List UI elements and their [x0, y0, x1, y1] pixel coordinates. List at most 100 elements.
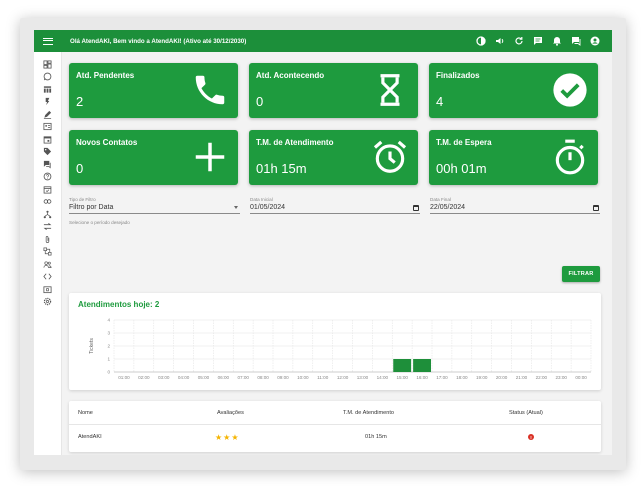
tag-icon[interactable]	[41, 146, 55, 159]
card-title: Finalizados	[436, 71, 480, 80]
whatsapp-icon[interactable]	[41, 71, 55, 84]
y-tick-label: 3	[107, 331, 110, 336]
filter-type-select[interactable]: Filtro por Data	[69, 204, 240, 214]
hierarchy-icon[interactable]	[41, 208, 55, 221]
end-date-input[interactable]: 22/05/2024	[430, 204, 600, 214]
x-tick-label: 23:00	[555, 375, 567, 380]
columns-icon[interactable]	[41, 83, 55, 96]
link-icon[interactable]	[41, 196, 55, 209]
x-tick-label: 09:00	[277, 375, 289, 380]
x-tick-label: 19:00	[476, 375, 488, 380]
chart-card: Atendimentos hoje: 2 0 1 2 3 4 01:00 02:00 03:0…	[69, 293, 601, 390]
y-tick-label: 2	[107, 344, 110, 349]
integration-icon[interactable]	[41, 246, 55, 259]
card-title: T.M. de Espera	[436, 138, 492, 147]
settings-icon[interactable]	[41, 296, 55, 309]
card-value: 0	[256, 94, 264, 109]
card-avg-service-time[interactable]: T.M. de Atendimento 01h 15m	[249, 130, 418, 185]
x-tick-label: 13:00	[357, 375, 369, 380]
field-label: Data Final	[430, 197, 451, 202]
swap-icon[interactable]	[41, 221, 55, 234]
chat-icon[interactable]	[533, 36, 543, 46]
hourglass-icon	[371, 71, 409, 109]
x-tick-label: 18:00	[456, 375, 468, 380]
y-tick-label: 4	[107, 318, 110, 323]
hamburger-icon	[43, 37, 53, 45]
bell-icon[interactable]	[552, 36, 562, 46]
messages-icon[interactable]	[571, 36, 581, 46]
tickets-chart: 0 1 2 3 4 01:00 02:00 03:00 04:00 05:00 06:00 07:00…	[89, 318, 592, 380]
card-title: Atd. Pendentes	[76, 71, 135, 80]
calendar-icon[interactable]	[41, 133, 55, 146]
flash-icon[interactable]	[41, 96, 55, 109]
dashboard-icon[interactable]	[41, 58, 55, 71]
filter-button[interactable]: FILTRAR	[562, 266, 600, 282]
x-tick-label: 15:00	[396, 375, 408, 380]
card-avg-wait-time[interactable]: T.M. de Espera 00h 01m	[429, 130, 598, 185]
field-value-text: 22/05/2024	[430, 204, 466, 211]
edit-icon[interactable]	[41, 108, 55, 121]
help-icon[interactable]	[41, 171, 55, 184]
x-tick-label: 01:00	[118, 375, 130, 380]
attachment-icon[interactable]	[41, 233, 55, 246]
top-bar: Olá AtendAKI, Bem vindo a AtendAKI! (Ati…	[34, 30, 612, 52]
card-value: 01h 15m	[256, 161, 307, 176]
chevron-down-icon	[234, 206, 238, 209]
chart-bar	[393, 359, 412, 372]
check-circle-icon	[551, 71, 589, 109]
menu-button[interactable]	[34, 30, 62, 52]
card-finished[interactable]: Finalizados 4	[429, 63, 598, 118]
y-tick-label: 0	[107, 370, 110, 375]
brightness-icon[interactable]	[476, 36, 486, 46]
plus-icon	[191, 138, 229, 176]
field-value-text: 01/05/2024	[250, 204, 286, 211]
code-icon[interactable]	[41, 271, 55, 284]
calendar-icon[interactable]	[593, 205, 599, 211]
start-date-field[interactable]: Data Inicial 01/05/2024	[250, 197, 420, 214]
filter-type-field[interactable]: Tipo de Filtro Filtro por Data	[69, 197, 240, 214]
end-date-field[interactable]: Data Final 22/05/2024	[430, 197, 600, 214]
volume-icon[interactable]	[495, 36, 505, 46]
table-row[interactable]: AtendAKI ★★★ 01h 15m !	[69, 425, 601, 449]
wallet-icon[interactable]	[41, 283, 55, 296]
x-tick-label: 02:00	[138, 375, 150, 380]
card-ongoing[interactable]: Atd. Acontecendo 0	[249, 63, 418, 118]
timer-icon	[551, 138, 589, 176]
card-value: 4	[436, 94, 444, 109]
x-tick-label: 10:00	[297, 375, 309, 380]
x-tick-label: 05:00	[198, 375, 210, 380]
start-date-input[interactable]: 01/05/2024	[250, 204, 420, 214]
card-title: T.M. de Atendimento	[256, 138, 334, 147]
chat-icon[interactable]	[41, 158, 55, 171]
top-icons	[476, 36, 600, 46]
star-rating-icon: ★★★	[215, 432, 240, 442]
x-tick-label: 14:00	[377, 375, 389, 380]
chart-bar	[413, 359, 431, 372]
row-avg-time: 01h 15m	[365, 434, 387, 440]
card-value: 00h 01m	[436, 161, 487, 176]
header-avg-time: T.M. de Atendimento	[343, 410, 394, 416]
alarm-icon	[371, 138, 409, 176]
y-axis-label: Tickets	[89, 338, 95, 354]
contacts-icon[interactable]	[41, 121, 55, 134]
phone-icon	[191, 71, 229, 109]
x-tick-label: 06:00	[218, 375, 230, 380]
x-tick-label: 03:00	[158, 375, 170, 380]
x-tick-label: 16:00	[416, 375, 428, 380]
main-content: Atd. Pendentes 2 Atd. Acontecendo 0 Fina…	[62, 52, 612, 455]
card-pending[interactable]: Atd. Pendentes 2	[69, 63, 238, 118]
field-label: Data Inicial	[250, 197, 273, 202]
card-title: Novos Contatos	[76, 138, 138, 147]
error-status-icon: !	[528, 434, 534, 440]
users-icon[interactable]	[41, 258, 55, 271]
refresh-icon[interactable]	[514, 36, 524, 46]
x-tick-label: 22:00	[536, 375, 548, 380]
schedule-icon[interactable]	[41, 183, 55, 196]
account-icon[interactable]	[590, 36, 600, 46]
calendar-icon[interactable]	[413, 205, 419, 211]
header-status: Status (Atual)	[509, 410, 543, 416]
x-tick-label: 08:00	[257, 375, 269, 380]
card-value: 0	[76, 161, 84, 176]
card-value: 2	[76, 94, 84, 109]
card-new-contacts[interactable]: Novos Contatos 0	[69, 130, 238, 185]
